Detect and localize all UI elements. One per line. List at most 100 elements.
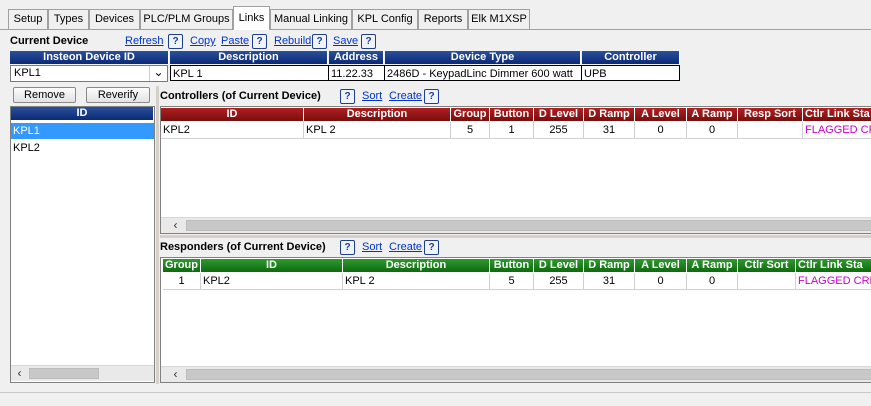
rsp-row-d-ramp: 31 bbox=[584, 273, 635, 289]
controllers-create-link[interactable]: Create bbox=[389, 90, 422, 102]
ctl-row-resp-sort bbox=[738, 122, 803, 138]
rsp-row-id: KPL2 bbox=[201, 273, 343, 289]
tab-links[interactable]: Links bbox=[233, 6, 270, 30]
controllers-grid: ID Description Group Button D Level D Ra… bbox=[160, 106, 871, 234]
controllers-toolbar: Controllers (of Current Device) bbox=[160, 89, 321, 103]
ctl-col-d-ramp[interactable]: D Ramp bbox=[584, 108, 635, 121]
paste-help-icon[interactable]: ? bbox=[252, 34, 267, 49]
remove-button[interactable]: Remove bbox=[13, 87, 76, 103]
responders-title: Responders (of Current Device) bbox=[160, 241, 326, 253]
tab-types[interactable]: Types bbox=[48, 9, 89, 29]
tab-bar: Setup Types Devices PLC/PLM Groups Links… bbox=[0, 0, 871, 30]
rsp-row-ctlr-sort bbox=[738, 273, 796, 289]
list-item-selected[interactable]: KPL1 bbox=[11, 123, 154, 139]
ctl-col-resp-sort[interactable]: Resp Sort bbox=[738, 108, 803, 121]
tab-manual-linking[interactable]: Manual Linking bbox=[270, 9, 352, 29]
copy-link[interactable]: Copy bbox=[190, 35, 216, 47]
table-row[interactable]: KPL2 KPL 2 5 1 255 31 0 0 FLAGGED CR bbox=[161, 122, 871, 139]
controllers-help-icon[interactable]: ? bbox=[340, 89, 355, 104]
rsp-col-ctlr-sort[interactable]: Ctlr Sort bbox=[738, 259, 796, 272]
list-item[interactable]: KPL2 bbox=[11, 140, 154, 156]
ctl-col-button[interactable]: Button bbox=[490, 108, 534, 121]
reverify-button[interactable]: Reverify bbox=[86, 87, 150, 103]
responders-create-link[interactable]: Create bbox=[389, 241, 422, 253]
controllers-sort-link[interactable]: Sort bbox=[362, 90, 382, 102]
ctl-row-d-level: 255 bbox=[534, 122, 584, 138]
chevron-down-icon[interactable]: ⌄ bbox=[149, 66, 167, 81]
scroll-left-icon[interactable]: ‹ bbox=[11, 366, 28, 381]
tab-elk-m1xsp[interactable]: Elk M1XSP bbox=[468, 9, 530, 29]
tab-plc-plm-groups[interactable]: PLC/PLM Groups bbox=[140, 9, 233, 29]
header-insteon-device-id: Insteon Device ID bbox=[10, 51, 169, 64]
ctl-col-a-ramp[interactable]: A Ramp bbox=[687, 108, 738, 121]
tab-kpl-config[interactable]: KPL Config bbox=[352, 9, 418, 29]
device-description-field[interactable]: KPL 1 bbox=[170, 65, 329, 81]
rsp-col-group[interactable]: Group bbox=[163, 259, 201, 272]
ctl-col-group[interactable]: Group bbox=[451, 108, 490, 121]
rsp-col-id[interactable]: ID bbox=[201, 259, 343, 272]
ctl-col-id[interactable]: ID bbox=[161, 108, 304, 121]
device-address-field[interactable]: 11.22.33 bbox=[328, 65, 385, 81]
scrollbar-thumb[interactable] bbox=[186, 220, 871, 231]
ctl-row-d-ramp: 31 bbox=[584, 122, 635, 138]
scrollbar-thumb[interactable] bbox=[29, 368, 99, 379]
device-list-panel: ID KPL1 KPL2 ‹ bbox=[10, 106, 155, 383]
save-help-icon[interactable]: ? bbox=[361, 34, 376, 49]
rsp-col-description[interactable]: Description bbox=[343, 259, 490, 272]
controllers-title: Controllers (of Current Device) bbox=[160, 90, 321, 102]
rsp-col-d-level[interactable]: D Level bbox=[534, 259, 584, 272]
rsp-row-d-level: 255 bbox=[534, 273, 584, 289]
device-id-select[interactable]: KPL1 ⌄ bbox=[10, 65, 168, 82]
ctl-row-a-ramp: 0 bbox=[687, 122, 738, 138]
tab-divider bbox=[0, 29, 871, 30]
controllers-scrollbar[interactable]: ‹ bbox=[161, 217, 871, 233]
device-controller-field[interactable]: UPB bbox=[581, 65, 680, 81]
scrollbar-thumb[interactable] bbox=[186, 369, 871, 380]
header-controller: Controller bbox=[582, 51, 680, 64]
responders-create-help-icon[interactable]: ? bbox=[424, 240, 439, 255]
table-row[interactable]: 1 KPL2 KPL 2 5 255 31 0 0 FLAGGED CRE bbox=[163, 273, 871, 290]
device-list-header: ID bbox=[11, 107, 154, 120]
tab-reports[interactable]: Reports bbox=[418, 9, 468, 29]
tab-devices[interactable]: Devices bbox=[89, 9, 140, 29]
responders-grid: Group ID Description Button D Level D Ra… bbox=[160, 257, 871, 383]
rsp-row-a-level: 0 bbox=[635, 273, 687, 289]
horizontal-splitter[interactable] bbox=[160, 235, 871, 238]
scroll-left-icon[interactable]: ‹ bbox=[167, 367, 184, 382]
rsp-col-d-ramp[interactable]: D Ramp bbox=[584, 259, 635, 272]
rsp-col-a-ramp[interactable]: A Ramp bbox=[687, 259, 738, 272]
refresh-help-icon[interactable]: ? bbox=[168, 34, 183, 49]
ctl-row-link-status: FLAGGED CR bbox=[805, 124, 871, 136]
ctl-col-description[interactable]: Description bbox=[304, 108, 451, 121]
responders-toolbar: Responders (of Current Device) bbox=[160, 240, 326, 254]
responders-sort-link[interactable]: Sort bbox=[362, 241, 382, 253]
vertical-splitter[interactable] bbox=[156, 86, 159, 384]
responders-scrollbar[interactable]: ‹ bbox=[161, 366, 871, 382]
rsp-col-a-level[interactable]: A Level bbox=[635, 259, 687, 272]
ctl-row-group: 5 bbox=[451, 122, 490, 138]
scroll-left-icon[interactable]: ‹ bbox=[167, 218, 184, 233]
device-list-scrollbar[interactable]: ‹ bbox=[11, 365, 154, 381]
rsp-col-link-status[interactable]: Ctlr Link Sta bbox=[796, 259, 871, 272]
ctl-col-link-status[interactable]: Ctlr Link Sta bbox=[803, 108, 871, 121]
controllers-create-help-icon[interactable]: ? bbox=[424, 89, 439, 104]
ctl-row-id: KPL2 bbox=[161, 122, 304, 138]
device-type-field[interactable]: 2486D - KeypadLinc Dimmer 600 watt bbox=[384, 65, 582, 81]
rsp-col-button[interactable]: Button bbox=[490, 259, 534, 272]
ctl-row-button: 1 bbox=[490, 122, 534, 138]
tab-setup[interactable]: Setup bbox=[8, 9, 48, 29]
ctl-col-a-level[interactable]: A Level bbox=[635, 108, 687, 121]
rsp-row-button: 5 bbox=[490, 273, 534, 289]
responders-help-icon[interactable]: ? bbox=[340, 240, 355, 255]
list-item-label: KPL1 bbox=[13, 125, 40, 137]
status-bar bbox=[0, 392, 871, 406]
ctl-row-a-level: 0 bbox=[635, 122, 687, 138]
save-link[interactable]: Save bbox=[333, 35, 358, 47]
header-description: Description bbox=[170, 51, 328, 64]
paste-link[interactable]: Paste bbox=[221, 35, 249, 47]
ctl-col-d-level[interactable]: D Level bbox=[534, 108, 584, 121]
rebuild-help-icon[interactable]: ? bbox=[312, 34, 327, 49]
header-device-type: Device Type bbox=[385, 51, 581, 64]
rebuild-link[interactable]: Rebuild bbox=[274, 35, 311, 47]
refresh-link[interactable]: Refresh bbox=[125, 35, 164, 47]
